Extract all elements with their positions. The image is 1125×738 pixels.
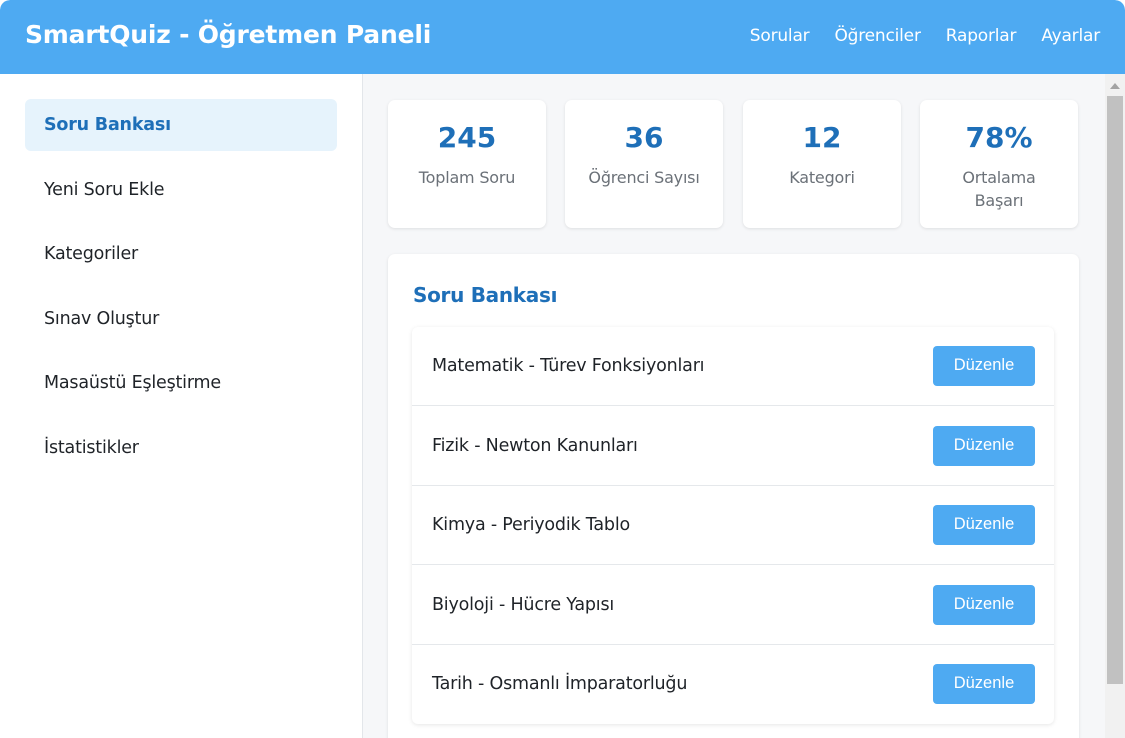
stat-label: Kategori [789, 168, 855, 187]
question-row: Kimya - Periyodik Tablo Düzenle [412, 486, 1054, 565]
question-bank-panel: Soru Bankası Matematik - Türev Fonksiyon… [388, 254, 1079, 738]
stat-value: 78% [965, 121, 1033, 154]
app-window: SmartQuiz - Öğretmen Paneli Sorular Öğre… [0, 0, 1125, 738]
edit-button[interactable]: Düzenle [933, 346, 1035, 386]
question-row: Matematik - Türev Fonksiyonları Düzenle [412, 327, 1054, 406]
edit-button[interactable]: Düzenle [933, 664, 1035, 704]
scroll-thumb[interactable] [1107, 96, 1123, 684]
question-text: Kimya - Periyodik Tablo [432, 515, 630, 535]
sidebar-item-soru-bankasi[interactable]: Soru Bankası [25, 99, 337, 151]
question-row: Fizik - Newton Kanunları Düzenle [412, 407, 1054, 486]
question-row: Tarih - Osmanlı İmparatorluğu Düzenle [412, 645, 1054, 724]
nav-item-ayarlar[interactable]: Ayarlar [1041, 26, 1100, 46]
stat-value: 36 [624, 121, 664, 154]
sidebar-item-kategoriler[interactable]: Kategoriler [25, 228, 337, 280]
sidebar-item-istatistikler[interactable]: İstatistikler [25, 422, 337, 474]
stat-card-student-count: 36 Öğrenci Sayısı [565, 100, 723, 228]
stat-label: Ortalama Başarı [962, 168, 1036, 210]
sidebar: Soru Bankası Yeni Soru Ekle Kategoriler … [0, 74, 363, 738]
top-bar: SmartQuiz - Öğretmen Paneli Sorular Öğre… [0, 0, 1125, 74]
main-content: 245 Toplam Soru 36 Öğrenci Sayısı 12 Kat… [363, 74, 1105, 738]
panel-title: Soru Bankası [413, 283, 558, 307]
sidebar-item-masaustu-eslestirme[interactable]: Masaüstü Eşleştirme [25, 357, 337, 409]
stat-value: 12 [802, 121, 842, 154]
stat-label: Öğrenci Sayısı [588, 168, 700, 187]
sidebar-item-sinav-olustur[interactable]: Sınav Oluştur [25, 293, 337, 345]
top-nav: Sorular Öğrenciler Raporlar Ayarlar [750, 26, 1100, 46]
nav-item-sorular[interactable]: Sorular [750, 26, 810, 46]
edit-button[interactable]: Düzenle [933, 426, 1035, 466]
app-title: SmartQuiz - Öğretmen Paneli [25, 20, 432, 49]
edit-button[interactable]: Düzenle [933, 505, 1035, 545]
scroll-up-arrow-icon[interactable] [1110, 83, 1120, 89]
edit-button[interactable]: Düzenle [933, 585, 1035, 625]
question-text: Fizik - Newton Kanunları [432, 436, 638, 456]
question-text: Matematik - Türev Fonksiyonları [432, 356, 705, 376]
nav-item-ogrenciler[interactable]: Öğrenciler [834, 26, 920, 46]
question-text: Tarih - Osmanlı İmparatorluğu [432, 674, 688, 694]
stat-label: Toplam Soru [418, 168, 516, 187]
question-row: Biyoloji - Hücre Yapısı Düzenle [412, 566, 1054, 645]
question-text: Biyoloji - Hücre Yapısı [432, 595, 615, 615]
vertical-scrollbar[interactable] [1105, 74, 1125, 738]
stat-card-total-questions: 245 Toplam Soru [388, 100, 546, 228]
stat-card-category: 12 Kategori [743, 100, 901, 228]
stat-card-average-success: 78% Ortalama Başarı [920, 100, 1078, 228]
sidebar-item-yeni-soru-ekle[interactable]: Yeni Soru Ekle [25, 164, 337, 216]
nav-item-raporlar[interactable]: Raporlar [946, 26, 1017, 46]
question-list: Matematik - Türev Fonksiyonları Düzenle … [412, 327, 1054, 724]
stat-value: 245 [437, 121, 497, 154]
